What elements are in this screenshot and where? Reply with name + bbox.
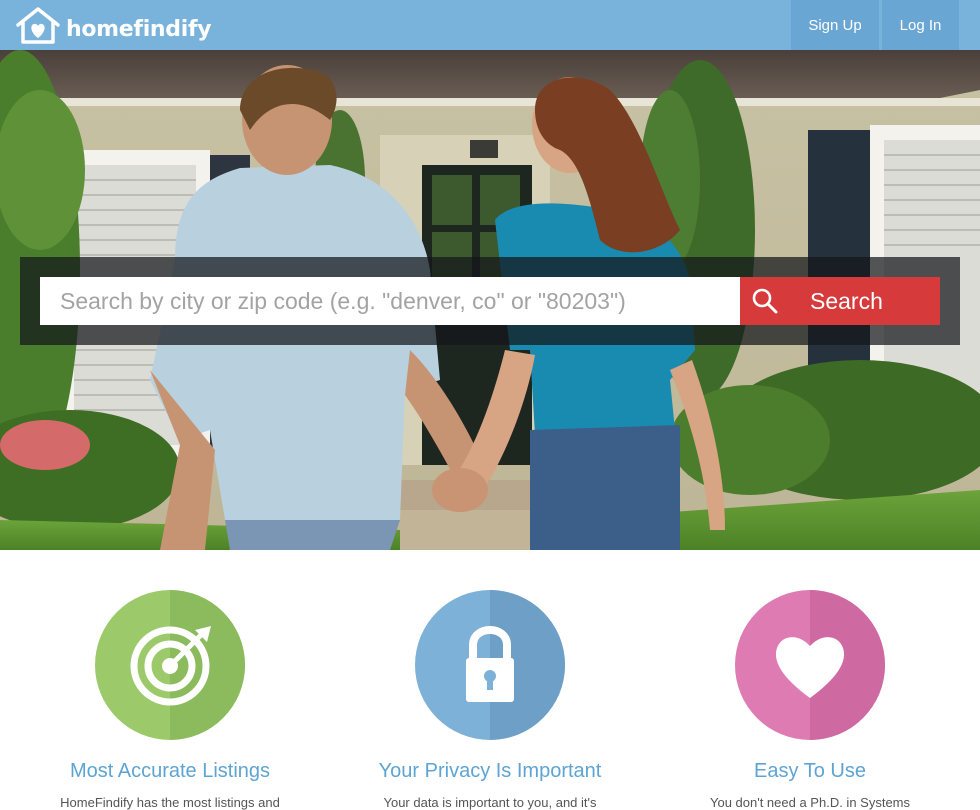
feature-circle [735,590,885,740]
feature-title: Your Privacy Is Important [378,760,602,782]
feature-circle [415,590,565,740]
nav-edge [959,0,980,50]
search-icon [752,288,778,314]
login-button[interactable]: Log In [882,0,959,50]
lock-icon [466,626,514,702]
brand-name: homefindify [66,16,212,42]
feature-title: Most Accurate Listings [69,760,271,782]
heart-icon [775,637,845,698]
feature-description: HomeFindify has the most listings and [60,795,280,810]
feature-title: Easy To Use [754,760,866,782]
feature-circle [95,590,245,740]
feature-description: Your data is important to you, and it's [383,795,597,810]
feature-easy-to-use: Easy To Use You don't need a Ph.D. in Sy… [660,590,960,810]
signup-button[interactable]: Sign Up [791,0,879,50]
feature-privacy: Your Privacy Is Important Your data is i… [340,590,640,810]
search-button-label: Search [810,288,883,314]
target-icon [130,626,211,706]
feature-accurate-listings: Most Accurate Listings HomeFindify has t… [20,590,320,810]
feature-description: You don't need a Ph.D. in Systems [709,795,910,810]
top-nav: homefindify Sign Up Log In [0,0,980,50]
house-heart-icon [16,7,60,44]
search-button[interactable]: Search [740,277,940,325]
search-input[interactable] [40,277,740,325]
logo[interactable]: homefindify [14,4,212,46]
